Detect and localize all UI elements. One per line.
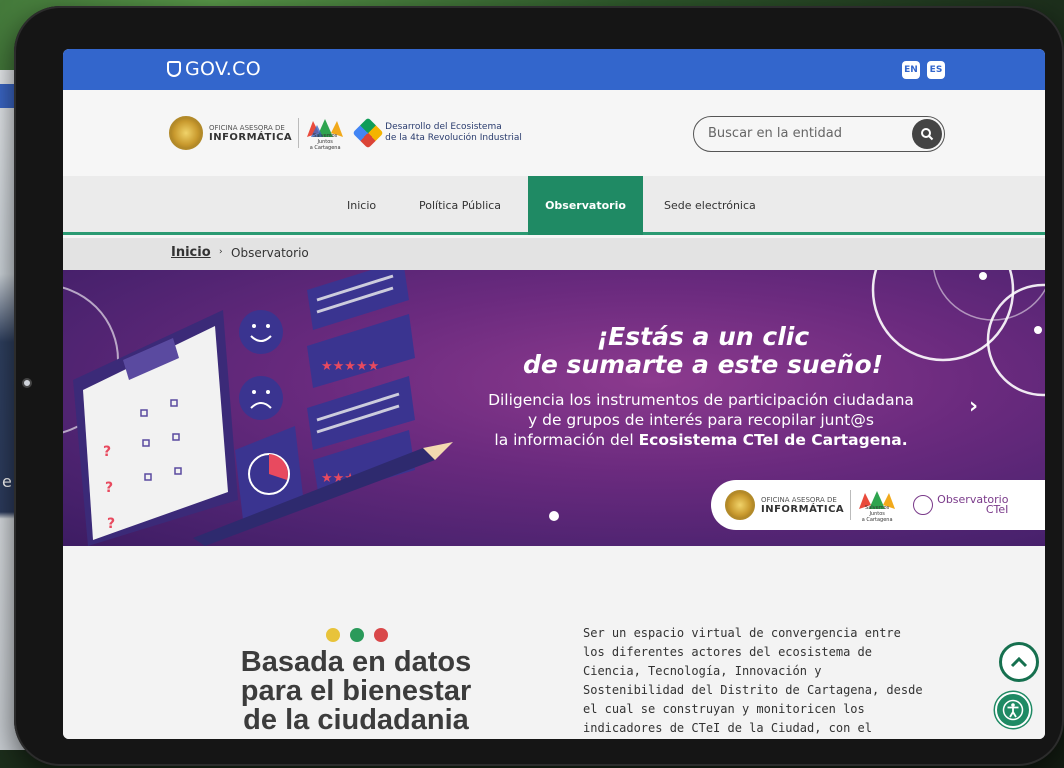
section-headline: Basada en datos para el bienestar de la … [213,648,499,735]
salvemos-line-2: a Cartagena [309,145,341,151]
dot-red [374,628,388,642]
svg-text:?: ? [105,480,113,496]
nav-item-politica-publica[interactable]: Política Pública [419,176,501,235]
section-paragraph: Ser un espacio virtual de convergencia e… [583,626,923,735]
logo-divider [298,118,300,148]
banner-logo-divider [850,490,852,520]
carousel-dot[interactable] [549,511,559,521]
banner-headline-1: ¡Estás a un clic [596,322,810,351]
search-icon [921,128,934,141]
ecosistema-logo: Desarrollo del Ecosistema de la 4ta Revo… [352,117,522,149]
decorative-dots [326,628,388,642]
background-glyph: e [2,472,12,491]
breadcrumb-current: Observatorio [231,246,309,260]
observatorio-icon [913,495,934,515]
shield-icon [167,61,181,77]
cartagena-seal-icon [169,116,203,150]
inf-small: OFICINA ASESORA DE [209,124,285,132]
accessibility-button[interactable] [995,692,1031,728]
content-section: Basada en datos para el bienestar de la … [63,546,1045,739]
banner-headline-2: de sumarte a este sueño! [522,350,884,379]
search-input[interactable]: Buscar en la entidad [708,126,842,141]
banner-salvemos-line-1: Salvemos Juntos [865,505,890,517]
lang-en-button[interactable]: EN [902,61,920,79]
diamond-logo-icon [352,117,384,149]
banner-body-line-2: y de grupos de interés para recopilar ju… [528,411,874,429]
salvemos-juntos-logo: Salvemos Juntos a Cartagena [305,115,345,151]
tablet-camera [22,378,32,388]
breadcrumb-separator: › [219,247,223,257]
tablet-screen: GOV.CO EN ES OFICINA ASESORA DE INFORMÁT… [63,49,1045,739]
gov-co-logo[interactable]: GOV.CO [167,58,261,80]
breadcrumb-home-link[interactable]: Inicio [171,245,211,260]
site-header: OFICINA ASESORA DE INFORMÁTICA Salvemos … [63,90,1045,176]
banner-body-line-3: la información del [494,431,639,449]
svg-text:?: ? [107,516,115,532]
search-box: Buscar en la entidad [693,116,945,152]
gov-top-bar: GOV.CO EN ES [63,49,1045,90]
lang-es-button[interactable]: ES [927,61,945,79]
salvemos-line-1: Salvemos Juntos [313,133,338,145]
tablet-frame: GOV.CO EN ES OFICINA ASESORA DE INFORMÁT… [14,6,1064,766]
observatorio-text-2: CTeI [985,503,1009,516]
carousel-next-button[interactable]: › [969,394,978,419]
ecos-line-2: de la 4ta Revolución Industrial [385,133,522,143]
svg-text:★★★★★: ★★★★★ [321,359,379,374]
chevron-up-icon [1010,656,1028,668]
nav-item-sede-electronica[interactable]: Sede electrónica [664,176,756,235]
ecos-line-1: Desarrollo del Ecosistema [385,122,502,132]
banner-body-line-1: Diligencia los instrumentos de participa… [488,391,914,409]
accessibility-icon [1002,699,1024,721]
breadcrumb: Inicio › Observatorio [63,238,1045,270]
main-nav: Inicio Política Pública Observatorio Sed… [63,176,1045,235]
nav-item-inicio[interactable]: Inicio [347,176,376,235]
banner-salvemos-line-2: a Cartagena [861,517,893,523]
banner-body-bold: Ecosistema CTeI de Cartagena. [638,431,908,449]
headline-line-1: Basada en datos [240,646,472,678]
banner-inf-big: INFORMÁTICA [761,504,845,515]
svg-text:?: ? [103,444,111,460]
gov-logo-text: GOV.CO [185,58,261,80]
headline-line-2: para el bienestar [240,675,472,707]
nav-item-observatorio[interactable]: Observatorio [528,176,643,235]
banner-body: Diligencia los instrumentos de participa… [446,390,956,450]
inf-big: INFORMÁTICA [209,132,293,143]
cartagena-seal-icon [725,490,755,520]
search-button[interactable] [912,119,942,149]
banner-inf-small: OFICINA ASESORA DE [761,496,837,504]
banner-logos: OFICINA ASESORA DE INFORMÁTICA Salvemos … [711,480,1045,530]
observatorio-logo: Observatorio CTeI [913,494,1009,516]
scroll-top-button[interactable] [999,642,1039,682]
banner-salvemos-logo: Salvemos Juntos a Cartagena [857,487,897,523]
dot-yellow [326,628,340,642]
dot-green [350,628,364,642]
hero-banner[interactable]: ??? ★★★★★ ¡Estás a un clic de sumarte a … [63,270,1045,546]
headline-line-3: de la ciudadania [243,704,469,736]
informatica-logo-text: OFICINA ASESORA DE INFORMÁTICA [209,123,292,143]
header-logos[interactable]: OFICINA ASESORA DE INFORMÁTICA Salvemos … [169,115,522,151]
